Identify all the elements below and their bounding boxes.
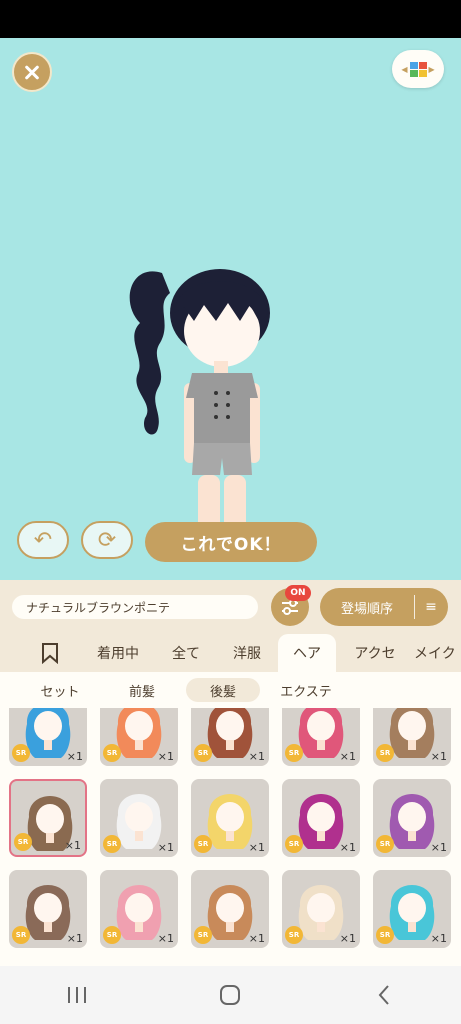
hair-item-card[interactable]: SR ×1 [373, 779, 451, 857]
subtab-extensions[interactable]: エクステ [266, 678, 346, 702]
rarity-badge: SR [194, 835, 212, 853]
hair-item-card[interactable]: SR ×1 [191, 779, 269, 857]
tab-accessories[interactable]: アクセ [344, 634, 406, 672]
recent-apps-button[interactable] [47, 975, 107, 1015]
hair-item-card[interactable]: SR ×1 [373, 708, 451, 766]
bookmark-icon [42, 643, 58, 664]
system-nav-bar [0, 966, 461, 1024]
item-quantity: ×1 [64, 839, 81, 852]
status-bar [0, 0, 461, 38]
rotate-icon: ⟳ [97, 527, 117, 553]
hair-item-card[interactable]: SR ×1 [282, 708, 360, 766]
subtab-back-hair[interactable]: 後髪 [186, 678, 260, 702]
rarity-badge: SR [103, 926, 121, 944]
item-quantity: ×1 [339, 932, 356, 945]
color-palette-button[interactable]: ◀ ▶ [392, 50, 444, 88]
category-tabs: 着用中 全て 洋服 ヘア アクセ メイク [0, 634, 461, 672]
hair-item-card[interactable]: SR ×1 [9, 708, 87, 766]
rarity-badge: SR [103, 744, 121, 762]
undo-button[interactable]: ↶ [17, 521, 69, 559]
arrow-right-icon: ▶ [428, 64, 435, 74]
rarity-badge: SR [194, 744, 212, 762]
filter-bar: ナチュラルブラウンポニテ ON 登場順序 ≡ [0, 580, 461, 634]
tab-hair[interactable]: ヘア [278, 634, 336, 672]
hair-item-card[interactable]: SR ×1 [191, 708, 269, 766]
divider [414, 595, 415, 619]
palette-icon [409, 61, 427, 77]
close-button[interactable] [12, 52, 52, 92]
tab-clothes[interactable]: 洋服 [222, 634, 272, 672]
tab-wearing[interactable]: 着用中 [86, 634, 150, 672]
home-icon [220, 985, 241, 1005]
item-quantity: ×1 [157, 932, 174, 945]
item-quantity: ×1 [66, 750, 83, 763]
rarity-badge: SR [376, 744, 394, 762]
item-quantity: ×1 [339, 750, 356, 763]
rarity-badge: SR [285, 835, 303, 853]
hair-item-card[interactable]: SR ×1 [191, 870, 269, 948]
hair-item-card[interactable]: SR ×1 [9, 779, 87, 857]
item-quantity: ×1 [248, 750, 265, 763]
item-quantity: ×1 [248, 841, 265, 854]
rarity-badge: SR [194, 926, 212, 944]
item-name-field: ナチュラルブラウンポニテ [12, 595, 258, 619]
tab-all[interactable]: 全て [160, 634, 212, 672]
hair-item-card[interactable]: SR ×1 [100, 870, 178, 948]
rarity-badge: SR [103, 835, 121, 853]
subtab-front-hair[interactable]: 前髪 [106, 678, 178, 702]
rarity-badge: SR [376, 835, 394, 853]
recent-apps-icon [67, 987, 86, 1003]
rarity-badge: SR [12, 744, 30, 762]
back-icon [378, 985, 389, 1005]
hair-item-card[interactable]: SR ×1 [100, 708, 178, 766]
item-quantity: ×1 [430, 750, 447, 763]
avatar-stage: ◀ ▶ ↶ ⟳ これでOK！ [0, 38, 461, 580]
sort-order-button[interactable]: 登場順序 ≡ [320, 588, 448, 626]
undo-icon: ↶ [33, 527, 53, 553]
sort-direction-icon[interactable]: ≡ [415, 599, 447, 615]
rarity-badge: SR [12, 926, 30, 944]
hair-item-card[interactable]: SR ×1 [373, 870, 451, 948]
rarity-badge: SR [285, 744, 303, 762]
back-button[interactable] [354, 975, 414, 1015]
filter-on-badge: ON [285, 585, 311, 601]
avatar-character [129, 269, 270, 558]
confirm-ok-button[interactable]: これでOK！ [145, 522, 317, 562]
item-quantity: ×1 [430, 841, 447, 854]
subtab-set[interactable]: セット [20, 678, 100, 702]
tab-makeup[interactable]: メイク [414, 634, 461, 672]
item-quantity: ×1 [339, 841, 356, 854]
hair-item-card[interactable]: SR ×1 [282, 779, 360, 857]
hair-item-card[interactable]: SR ×1 [282, 870, 360, 948]
bookmark-tab[interactable] [30, 634, 70, 672]
item-quantity: ×1 [157, 750, 174, 763]
item-quantity: ×1 [248, 932, 265, 945]
arrow-left-icon: ◀ [401, 64, 408, 74]
hair-item-card[interactable]: SR ×1 [9, 870, 87, 948]
home-button[interactable] [200, 975, 260, 1015]
hair-item-card[interactable]: SR ×1 [100, 779, 178, 857]
rarity-badge: SR [14, 833, 32, 851]
rarity-badge: SR [285, 926, 303, 944]
item-grid: SR ×1 SR ×1 SR ×1 SR ×1 SR ×1 SR ×1 SR ×1 SR ×1 SR ×1 SR ×1… [0, 708, 461, 966]
item-quantity: ×1 [430, 932, 447, 945]
rotate-button[interactable]: ⟳ [81, 521, 133, 559]
item-quantity: ×1 [66, 932, 83, 945]
hair-sub-tabs: セット 前髪 後髪 エクステ [0, 672, 461, 708]
item-quantity: ×1 [157, 841, 174, 854]
sort-label: 登場順序 [340, 601, 393, 617]
rarity-badge: SR [376, 926, 394, 944]
